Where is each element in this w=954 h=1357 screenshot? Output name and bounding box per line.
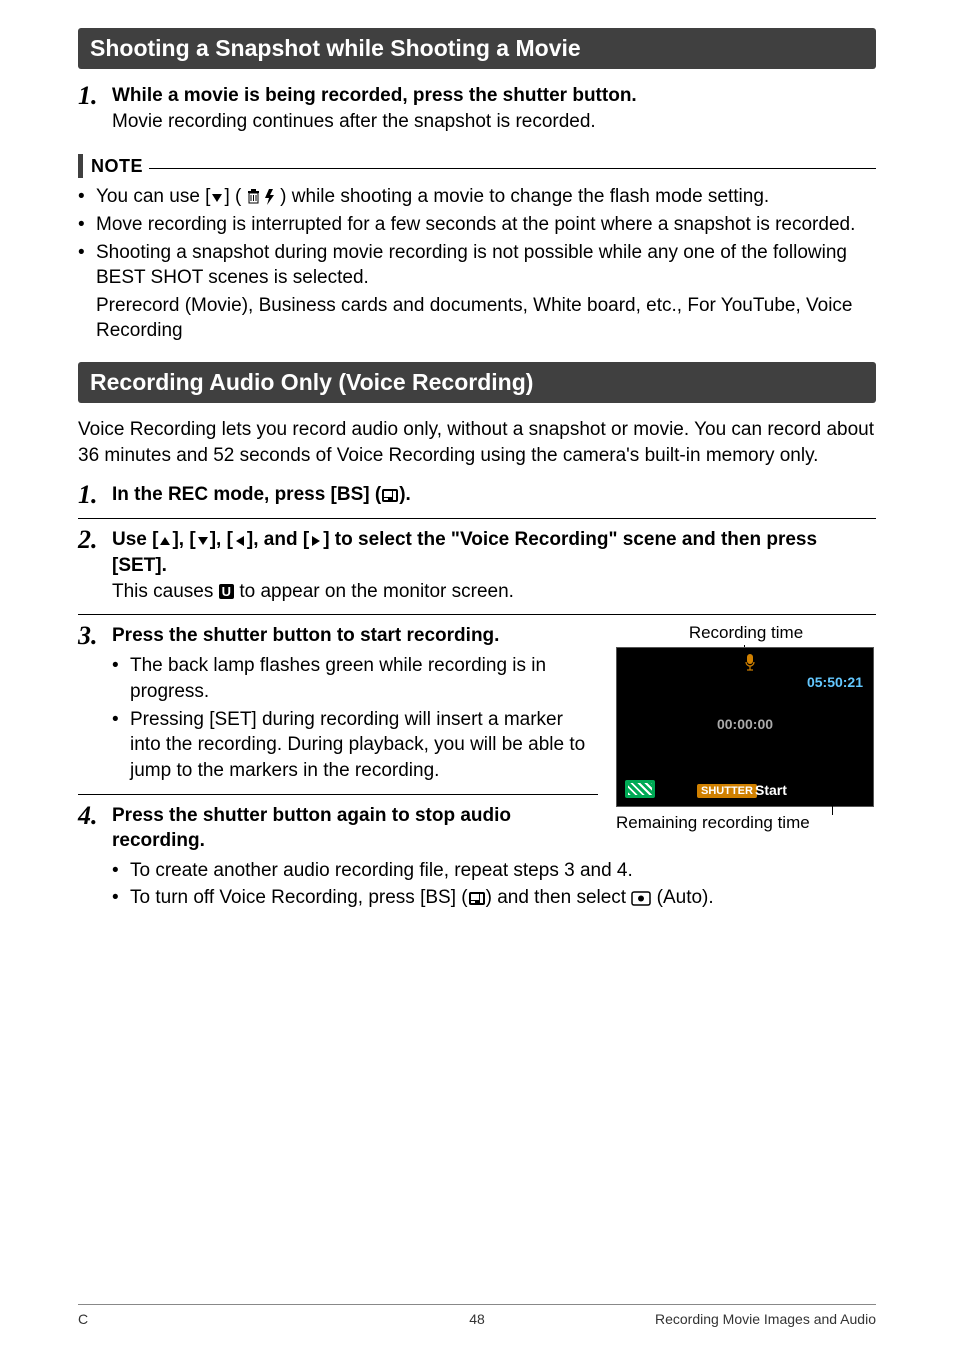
footer-left: C [78,1311,88,1327]
s2-step2-sub-a: This causes [112,581,219,602]
step-number: 1. [78,482,102,508]
note-bar-icon [78,154,83,178]
down-triangle-icon [210,191,224,205]
trash-icon [247,189,260,205]
auto-mode-icon [631,891,651,906]
s2-step3-b1: The back lamp flashes green while record… [112,653,598,704]
s2-step3-text: Press the shutter button to start record… [112,623,598,649]
left-triangle-icon [233,534,247,548]
s2-step4-bullets: To create another audio recording file, … [112,858,876,911]
s2-step4: 4. Press the shutter button again to sto… [78,803,598,854]
s2-step4-text: Press the shutter button again to stop a… [112,803,598,854]
u-chip-icon: U [219,584,234,599]
screenshot-rectime: 05:50:21 [807,674,863,690]
down-triangle-icon [196,534,210,548]
s2-step1: 1. In the REC mode, press [BS] (). [78,482,876,508]
s2-step3-b2: Pressing [SET] during recording will ins… [112,707,598,784]
section-heading-snapshot: Shooting a Snapshot while Shooting a Mov… [78,28,876,69]
note-bullet-3-sub: Prerecord (Movie), Business cards and do… [96,293,876,344]
note-label: NOTE [91,156,143,177]
remaining-time-label: Remaining recording time [616,813,876,833]
s2-step1-text: In the REC mode, press [BS] ( [112,484,381,505]
step-divider [78,794,598,795]
note-bullet-2: Move recording is interrupted for a few … [78,212,876,238]
mic-icon [745,654,755,672]
screenshot-mode-icon [625,780,655,798]
s2-step2-sub-b: to appear on the monitor screen. [234,581,514,602]
step-number: 2. [78,527,102,553]
step-number: 4. [78,803,102,829]
s2-step3-bullets: The back lamp flashes green while record… [112,653,598,783]
note-heading: NOTE [78,154,876,178]
footer-right: Recording Movie Images and Audio [655,1311,876,1327]
screenshot-shutter-label: SHUTTER [697,784,757,798]
s1-step1-sub: Movie recording continues after the snap… [112,111,596,132]
up-triangle-icon [158,534,172,548]
note-bullet-3: Shooting a snapshot during movie recordi… [78,240,876,291]
s1-step1-bold: While a movie is being recorded, press t… [112,85,637,106]
section-heading-voice: Recording Audio Only (Voice Recording) [78,362,876,403]
bs-scene-icon [381,488,399,503]
right-triangle-icon [309,534,323,548]
bs-scene-icon [468,891,486,906]
screenshot-elapsed: 00:00:00 [617,716,873,732]
note-bullets: You can use [] ( ) while shooting a movi… [78,184,876,291]
s2-step4-b2: To turn off Voice Recording, press [BS] … [112,885,876,911]
s2-step2: 2. Use [], [], [], and [] to select the … [78,527,876,604]
flash-icon [265,189,275,205]
camera-preview-block: Recording time 05:50:21 00:00:00 SHUTTER… [616,623,876,833]
page-footer: C 48 Recording Movie Images and Audio [78,1304,876,1327]
footer-page: 48 [469,1311,485,1327]
s2-step4-b1: To create another audio recording file, … [112,858,876,884]
note-bullet-1: You can use [] ( ) while shooting a movi… [78,184,876,210]
s2-step1-end: ). [399,484,411,505]
s1-step1: 1. While a movie is being recorded, pres… [78,83,876,134]
recording-time-label: Recording time [616,623,876,643]
screenshot-start-label: Start [755,782,787,798]
step-number: 3. [78,623,102,649]
step-divider [78,614,876,615]
step-number: 1. [78,83,102,109]
note-rule [149,168,876,169]
step-divider [78,518,876,519]
voice-intro: Voice Recording lets you record audio on… [78,417,876,468]
camera-screenshot: 05:50:21 00:00:00 SHUTTER Start [616,647,874,807]
s2-step3: 3. Press the shutter button to start rec… [78,623,598,649]
